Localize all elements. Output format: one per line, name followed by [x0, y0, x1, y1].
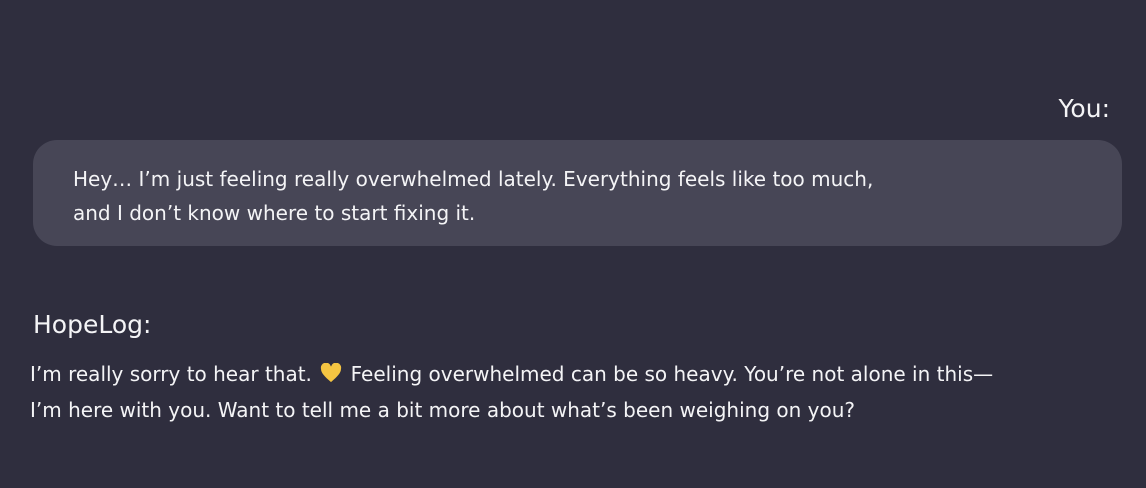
yellow-heart-icon: [321, 363, 342, 383]
bot-message-line: I’m here with you. Want to tell me a bit…: [30, 398, 855, 422]
bot-message: I’m really sorry to hear that. Feeling o…: [30, 356, 993, 428]
bot-message-text: I’m really sorry to hear that.: [30, 362, 319, 386]
user-message-line: and I don’t know where to start fixing i…: [73, 201, 476, 225]
user-message-bubble: Hey… I’m just feeling really overwhelmed…: [33, 140, 1122, 246]
bot-message-text: Feeling overwhelmed can be so heavy. You…: [344, 362, 994, 386]
user-label: You:: [1058, 94, 1110, 123]
bot-label: HopeLog:: [33, 310, 152, 339]
bot-message-line: I’m really sorry to hear that. Feeling o…: [30, 356, 993, 392]
user-message-line: Hey… I’m just feeling really overwhelmed…: [73, 167, 874, 191]
